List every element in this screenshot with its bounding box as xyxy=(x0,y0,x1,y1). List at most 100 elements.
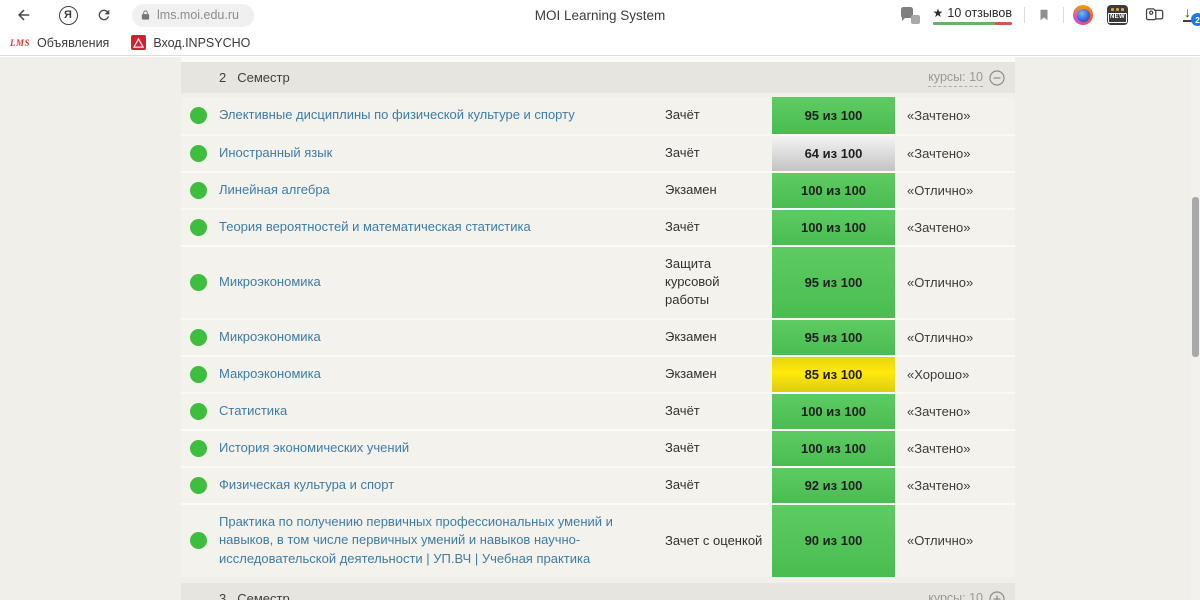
grade-label: «Хорошо» xyxy=(907,366,970,382)
course-link[interactable]: Элективные дисциплины по физической куль… xyxy=(219,106,575,125)
semester-2-collapse-control[interactable]: курсы: 10 xyxy=(928,68,1005,88)
extension-tag-button[interactable] xyxy=(1144,5,1166,25)
table-row: Статистика Зачёт 100 из 100 «Зачтено» xyxy=(181,391,1015,429)
control-type-label: Зачет с оценкой xyxy=(665,532,763,548)
course-link[interactable]: Физическая культура и спорт xyxy=(219,476,394,495)
course-status-dot-icon xyxy=(190,145,207,162)
course-status-dot-icon xyxy=(190,402,207,420)
score-badge: 95 из 100 xyxy=(772,319,895,355)
bookmark-announcements[interactable]: LMS Объявления xyxy=(10,36,109,50)
yandex-logo-icon: Я xyxy=(58,5,78,25)
score-badge: 100 из 100 xyxy=(772,430,895,466)
control-type-label: Зачёт xyxy=(665,219,700,235)
course-link[interactable]: Макроэкономика xyxy=(219,365,321,384)
bookmark-icon xyxy=(1040,9,1048,21)
courses-count-label: курсы: 10 xyxy=(928,589,983,600)
courses-count-label: курсы: 10 xyxy=(928,68,983,88)
browser-toolbar: Я lms.moi.edu.ru MOI Learning System ★ 1… xyxy=(0,0,1200,30)
toolbar-divider xyxy=(1063,7,1064,23)
bookmark-inpsycho[interactable]: Вход.INPSYCHO xyxy=(131,35,250,50)
page-scrollbar[interactable] xyxy=(1191,57,1200,600)
course-link[interactable]: Микроэкономика xyxy=(219,328,321,347)
course-table-body: Элективные дисциплины по физической куль… xyxy=(181,97,1015,578)
extension-color-circle-icon[interactable] xyxy=(1073,5,1093,25)
course-link[interactable]: История экономических учений xyxy=(219,439,409,458)
course-status-dot-icon xyxy=(190,273,207,291)
refresh-icon xyxy=(98,9,110,21)
course-status-dot-icon xyxy=(190,532,207,550)
course-status-dot-icon xyxy=(190,328,207,346)
messenger-icon[interactable] xyxy=(900,6,921,24)
score-badge: 95 из 100 xyxy=(772,97,895,134)
extension-new-icon[interactable]: NEW xyxy=(1107,5,1128,25)
course-link[interactable]: Линейная алгебра xyxy=(219,181,330,200)
expand-plus-icon[interactable] xyxy=(989,590,1005,600)
score-badge: 100 из 100 xyxy=(772,210,895,245)
yandex-button[interactable]: Я xyxy=(54,1,82,29)
score-badge: 85 из 100 xyxy=(772,356,895,392)
semester-title: Семестр xyxy=(237,70,290,85)
table-row: Микроэкономика Экзамен 95 из 100 «Отличн… xyxy=(181,317,1015,355)
rating-bar xyxy=(932,21,1012,25)
table-row: История экономических учений Зачёт 100 и… xyxy=(181,428,1015,466)
control-type-label: Зачёт xyxy=(665,439,700,455)
course-status-dot-icon xyxy=(190,439,207,457)
control-type-label: Зачёт xyxy=(665,402,700,418)
url-text: lms.moi.edu.ru xyxy=(157,8,239,22)
bookmarks-bar: LMS Объявления Вход.INPSYCHO xyxy=(0,30,1200,56)
lock-icon xyxy=(141,10,150,20)
star-icon: ★ xyxy=(932,5,944,20)
course-link[interactable]: Статистика xyxy=(219,402,287,421)
course-status-dot-icon xyxy=(190,107,207,124)
new-badge: NEW xyxy=(1108,13,1127,23)
course-status-dot-icon xyxy=(190,476,207,494)
course-link[interactable]: Практика по получению первичных професси… xyxy=(219,513,639,570)
table-row: Макроэкономика Экзамен 85 из 100 «Хорошо… xyxy=(181,354,1015,392)
reviews-count-label: 10 отзывов xyxy=(947,5,1012,20)
course-link[interactable]: Микроэкономика xyxy=(219,273,321,292)
downloads-count-badge: 2 xyxy=(1191,13,1200,26)
grade-label: «Зачтено» xyxy=(907,220,971,235)
grade-label: «Зачтено» xyxy=(907,440,971,456)
score-badge: 90 из 100 xyxy=(772,504,895,578)
control-type-label: Зачёт xyxy=(665,476,700,492)
collapse-minus-icon[interactable] xyxy=(989,69,1005,86)
control-type-label: Экзамен xyxy=(665,182,717,198)
table-row: Линейная алгебра Экзамен 100 из 100 «Отл… xyxy=(181,171,1015,208)
course-status-dot-icon xyxy=(190,219,207,236)
bookmark-flag-button[interactable] xyxy=(1034,6,1054,24)
score-badge: 100 из 100 xyxy=(772,173,895,208)
control-type-label: Зачёт xyxy=(665,145,700,161)
download-arrow-icon: ↓ xyxy=(1184,4,1191,20)
semester-3-expand-control[interactable]: курсы: 10 xyxy=(928,589,1005,600)
inpsycho-favicon-icon xyxy=(131,35,147,50)
grade-label: «Отлично» xyxy=(907,533,974,549)
table-row: Элективные дисциплины по физической куль… xyxy=(181,97,1015,134)
grade-label: «Отлично» xyxy=(907,274,974,290)
rating-bar-negative xyxy=(994,21,1012,25)
back-arrow-icon xyxy=(18,9,30,21)
downloads-button[interactable]: ↓ 2 xyxy=(1182,4,1200,26)
score-badge: 100 из 100 xyxy=(772,393,895,429)
grade-label: «Зачтено» xyxy=(907,146,971,161)
course-status-dot-icon xyxy=(190,182,207,199)
site-reviews-widget[interactable]: ★ 10 отзывов xyxy=(932,5,1012,25)
lms-favicon-icon: LMS xyxy=(10,37,31,48)
refresh-button[interactable] xyxy=(90,1,118,29)
bookmark-label: Вход.INPSYCHO xyxy=(153,35,251,50)
table-row: Иностранный язык Зачёт 64 из 100 «Зачтен… xyxy=(181,134,1015,171)
back-button[interactable] xyxy=(10,1,38,29)
semester-number: 2 xyxy=(219,70,227,85)
grade-label: «Зачтено» xyxy=(907,477,971,493)
semester-section: 2 Семестр курсы: 10 Элективные дисциплин… xyxy=(181,62,1015,600)
score-badge: 64 из 100 xyxy=(772,136,895,171)
control-type-label: Экзамен xyxy=(665,365,717,381)
score-badge: 95 из 100 xyxy=(772,247,895,318)
grade-label: «Отлично» xyxy=(907,329,974,345)
course-link[interactable]: Теория вероятностей и математическая ста… xyxy=(219,218,531,237)
bookmark-label: Объявления xyxy=(37,35,110,50)
course-link[interactable]: Иностранный язык xyxy=(219,144,332,163)
scrollbar-thumb[interactable] xyxy=(1192,197,1199,357)
address-bar[interactable]: lms.moi.edu.ru xyxy=(132,3,254,27)
grade-label: «Зачтено» xyxy=(907,108,971,123)
